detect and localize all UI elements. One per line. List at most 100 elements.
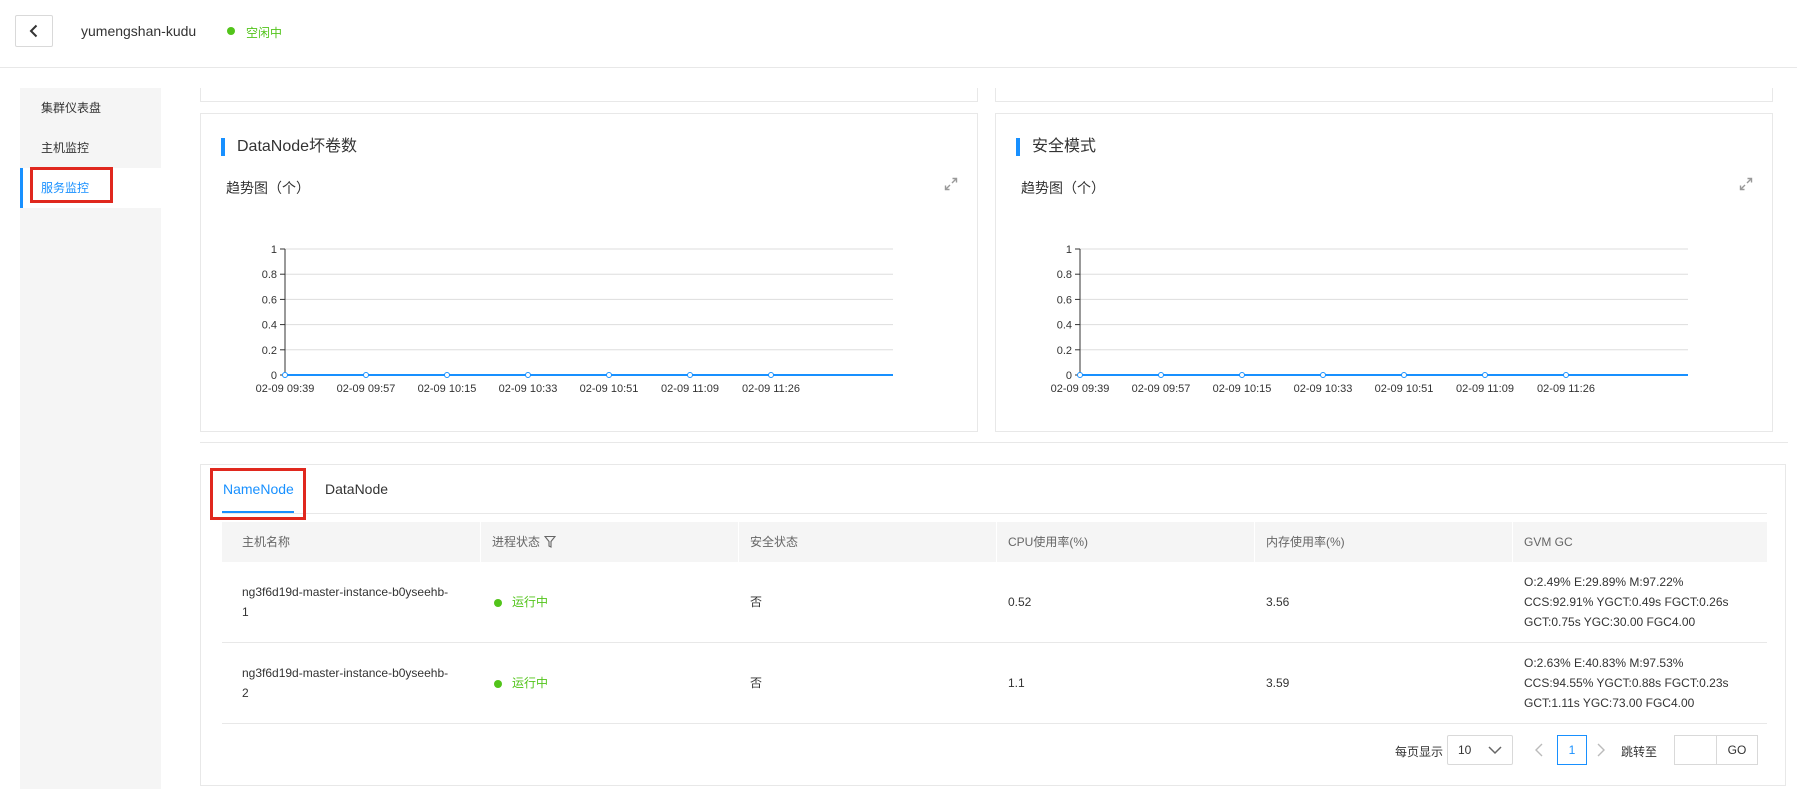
- cpu-usage-cell: 0.52: [1008, 595, 1032, 609]
- prev-page-icon[interactable]: [1534, 743, 1544, 757]
- jump-page-input[interactable]: [1674, 735, 1716, 765]
- next-page-icon[interactable]: [1596, 743, 1606, 757]
- x-tick-label: 02-09 10:15: [1213, 383, 1272, 394]
- host-name-line: ng3f6d19d-master-instance-b0yseehb-: [242, 585, 449, 599]
- sidebar-item-service-monitor[interactable]: 服务监控: [20, 168, 161, 208]
- process-status-cell: 运行中: [494, 592, 548, 612]
- instance-table-card: NameNode DataNode 主机名称 进程状态 安全状态 CPU使用率(…: [200, 464, 1786, 786]
- page-number[interactable]: 1: [1557, 735, 1587, 765]
- back-button[interactable]: [15, 15, 53, 47]
- panel-stub: [995, 88, 1773, 102]
- gvm-gc-cell: O:2.49% E:29.89% M:97.22% CCS:92.91% YGC…: [1524, 572, 1729, 632]
- data-point: [1563, 372, 1569, 378]
- page-size-select[interactable]: 10: [1447, 735, 1513, 765]
- x-tick-label: 02-09 11:26: [742, 383, 800, 394]
- cpu-usage-cell: 1.1: [1008, 676, 1025, 690]
- chevron-left-icon: [29, 24, 38, 38]
- x-tick-label: 02-09 10:51: [1375, 383, 1434, 394]
- panel-title: DataNode坏卷数: [221, 138, 357, 156]
- sidebar-item-host-monitor[interactable]: 主机监控: [20, 128, 161, 168]
- tab-ink-bar: [222, 511, 294, 513]
- memory-usage-cell: 3.56: [1266, 595, 1290, 609]
- y-tick-label: 0.8: [1057, 269, 1072, 281]
- go-button[interactable]: GO: [1716, 735, 1758, 765]
- panel-subtitle: 趋势图（个）: [1021, 180, 1105, 196]
- panel-stub: [200, 88, 978, 102]
- column-header: 主机名称: [242, 535, 291, 549]
- column-separator: [738, 522, 739, 562]
- y-tick-label: 1: [271, 244, 277, 256]
- x-tick-label: 02-09 09:57: [1132, 383, 1191, 394]
- gc-line: GCT:0.75s YGC:30.00 FGC4.00: [1524, 615, 1696, 629]
- page-header: yumengshan-kudu 空闲中: [0, 0, 1797, 68]
- x-tick-label: 02-09 11:09: [661, 383, 719, 394]
- memory-usage-cell: 3.59: [1266, 676, 1290, 690]
- x-tick-label: 02-09 10:51: [580, 383, 639, 394]
- gc-line: O:2.63% E:40.83% M:97.53%: [1524, 656, 1684, 670]
- x-tick-label: 02-09 11:09: [1456, 383, 1514, 394]
- chart-panel-safe-mode: 安全模式 趋势图（个） 0 0.2 0.4 0.6 0.8 1 02-09 09:39 02-…: [995, 113, 1773, 432]
- data-point: [1077, 372, 1083, 378]
- cluster-name: yumengshan-kudu: [81, 23, 197, 39]
- x-tick-label: 02-09 09:39: [1051, 383, 1110, 394]
- expand-icon[interactable]: [1738, 176, 1754, 192]
- column-header: GVM GC: [1524, 535, 1573, 549]
- x-tick-label: 02-09 10:33: [499, 383, 558, 394]
- x-tick-label: 02-09 10:33: [1294, 383, 1353, 394]
- data-point: [363, 372, 369, 378]
- y-tick-label: 0.2: [262, 345, 277, 357]
- status-dot-icon: [494, 679, 502, 688]
- data-point: [687, 372, 693, 378]
- x-tick-label: 02-09 10:15: [418, 383, 477, 394]
- data-point: [1482, 372, 1488, 378]
- data-point: [1239, 372, 1245, 378]
- column-header: 安全状态: [750, 535, 799, 549]
- process-status: 运行中: [512, 595, 549, 609]
- host-name-line: 2: [242, 686, 249, 700]
- divider: [200, 442, 1788, 443]
- column-separator: [1254, 522, 1255, 562]
- tab-namenode[interactable]: NameNode: [223, 481, 294, 497]
- filter-icon[interactable]: [544, 535, 556, 549]
- host-name-cell: ng3f6d19d-master-instance-b0yseehb- 2: [242, 663, 448, 703]
- host-name-line: ng3f6d19d-master-instance-b0yseehb-: [242, 666, 449, 680]
- gc-line: GCT:1.11s YGC:73.00 FGC4.00: [1524, 696, 1695, 710]
- y-tick-label: 0.6: [262, 294, 277, 306]
- cluster-status: 空闲中: [246, 26, 283, 40]
- expand-icon[interactable]: [943, 176, 959, 192]
- column-header: CPU使用率(%): [1008, 535, 1088, 549]
- gvm-gc-cell: O:2.63% E:40.83% M:97.53% CCS:94.55% YGC…: [1524, 653, 1729, 713]
- host-name-cell: ng3f6d19d-master-instance-b0yseehb- 1: [242, 582, 448, 622]
- sidebar: 集群仪表盘 主机监控 服务监控: [20, 88, 161, 789]
- data-point: [768, 372, 774, 378]
- x-tick-label: 02-09 09:57: [337, 383, 396, 394]
- tab-datanode[interactable]: DataNode: [325, 481, 388, 497]
- y-tick-label: 0.8: [262, 269, 277, 281]
- table-row: ng3f6d19d-master-instance-b0yseehb- 2 运行…: [222, 643, 1767, 724]
- column-separator: [480, 522, 481, 562]
- safe-status-cell: 否: [750, 676, 763, 690]
- host-name-line: 1: [242, 605, 249, 619]
- trend-chart: 0 0.2 0.4 0.6 0.8 1 02-09 09:39 02-09 09:57 02-0…: [256, 244, 893, 394]
- gc-line: CCS:92.91% YGCT:0.49s FGCT:0.26s: [1524, 595, 1729, 609]
- page-size-value: 10: [1458, 743, 1472, 757]
- data-point: [525, 372, 531, 378]
- table-header: 主机名称 进程状态 安全状态 CPU使用率(%) 内存使用率(%) GVM GC: [222, 522, 1767, 562]
- chart-panel-bad-volumes: DataNode坏卷数 趋势图（个） 0 0.2 0.4 0.6 0.8 1 02-09 0…: [200, 113, 978, 432]
- jump-label: 跳转至: [1621, 745, 1658, 759]
- y-tick-label: 0: [271, 370, 277, 382]
- y-tick-label: 1: [1066, 244, 1072, 256]
- panel-subtitle: 趋势图（个）: [226, 180, 310, 196]
- data-point: [1401, 372, 1407, 378]
- data-point: [282, 372, 288, 378]
- status-dot-icon: [227, 27, 235, 35]
- y-tick-label: 0: [1066, 370, 1072, 382]
- process-status-cell: 运行中: [494, 673, 548, 693]
- panel-title: 安全模式: [1016, 138, 1096, 156]
- y-tick-label: 0.4: [1057, 320, 1072, 332]
- column-header: 进程状态: [492, 535, 541, 549]
- chevron-down-icon: [1488, 746, 1502, 755]
- sidebar-item-dashboard[interactable]: 集群仪表盘: [20, 88, 161, 128]
- y-tick-label: 0.6: [1057, 294, 1072, 306]
- status-dot-icon: [494, 598, 502, 607]
